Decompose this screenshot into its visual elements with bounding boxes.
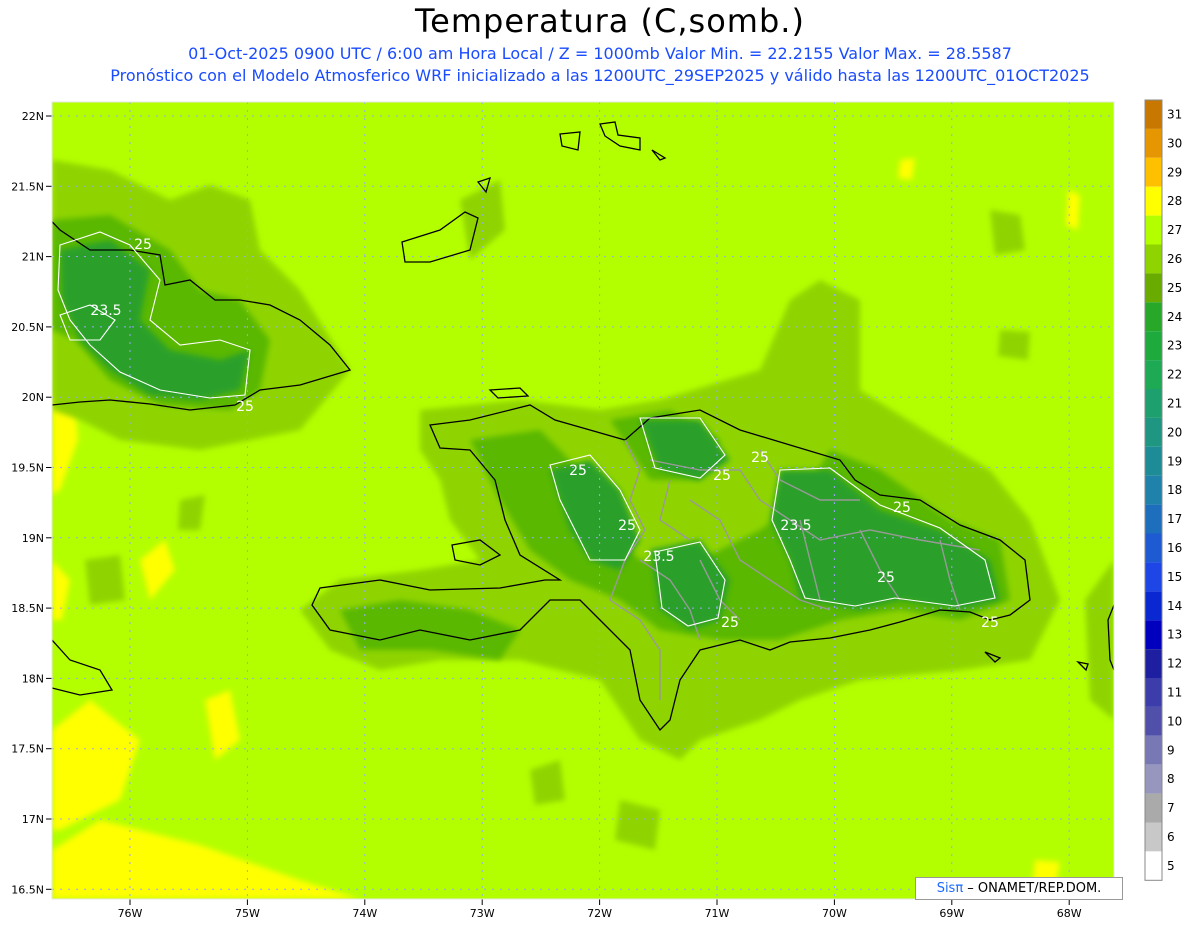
contour-label: 25 bbox=[713, 468, 731, 484]
colorbar-swatch bbox=[1145, 215, 1162, 245]
colorbar-swatch bbox=[1145, 417, 1162, 447]
contour-label: 25 bbox=[134, 237, 152, 253]
lat-label: 18.5N bbox=[11, 602, 44, 615]
colorbar-label: 29 bbox=[1167, 165, 1182, 179]
contour-label: 25 bbox=[893, 500, 911, 516]
colorbar-label: 18 bbox=[1167, 483, 1182, 497]
colorbar-label: 19 bbox=[1167, 454, 1182, 468]
colorbar-swatch bbox=[1145, 446, 1162, 476]
contour-label: 25 bbox=[877, 570, 895, 586]
lat-label: 20.5N bbox=[11, 321, 44, 334]
colorbar-label: 9 bbox=[1167, 743, 1175, 757]
lat-label: 19.5N bbox=[11, 462, 44, 475]
colorbar-label: 20 bbox=[1167, 425, 1182, 439]
colorbar-label: 16 bbox=[1167, 541, 1182, 555]
colorbar-swatch bbox=[1145, 822, 1162, 852]
colorbar-swatch bbox=[1145, 157, 1162, 187]
colorbar-label: 27 bbox=[1167, 223, 1182, 237]
lat-label: 17.5N bbox=[11, 743, 44, 756]
colorbar-swatch bbox=[1145, 562, 1162, 592]
colorbar-swatch bbox=[1145, 620, 1162, 650]
lat-label: 19N bbox=[22, 532, 44, 545]
colorbar-label: 8 bbox=[1167, 772, 1175, 786]
colorbar-swatch bbox=[1145, 360, 1162, 389]
lat-label: 22N bbox=[22, 110, 44, 123]
colorbar-label: 28 bbox=[1167, 194, 1182, 208]
colorbar-label: 25 bbox=[1167, 281, 1182, 295]
lat-label: 20N bbox=[22, 391, 44, 404]
colorbar-label: 14 bbox=[1167, 599, 1182, 613]
colorbar-swatch bbox=[1145, 302, 1162, 332]
credit-text: – ONAMET/REP.DOM. bbox=[963, 881, 1102, 896]
contour-label: 25 bbox=[981, 615, 999, 631]
contour-label: 23.5 bbox=[643, 549, 674, 565]
colorbar-swatch bbox=[1145, 100, 1162, 129]
colorbar-swatch bbox=[1145, 649, 1162, 678]
lon-label: 70W bbox=[822, 907, 847, 920]
lon-label: 69W bbox=[939, 907, 964, 920]
map-figure: 25 23.5 25 25 25 23.5 25 25 23.5 25 25 25 25 22N 21.5… bbox=[11, 99, 1182, 920]
lon-label: 72W bbox=[587, 907, 612, 920]
credit-box: Sisπ – ONAMET/REP.DOM. bbox=[915, 877, 1123, 900]
colorbar-label: 17 bbox=[1167, 512, 1182, 526]
lon-label: 76W bbox=[118, 907, 143, 920]
contour-label: 23.5 bbox=[780, 518, 811, 534]
colorbar-label: 6 bbox=[1167, 830, 1175, 844]
colorbar-swatch bbox=[1145, 331, 1162, 361]
colorbar-swatch bbox=[1145, 764, 1162, 794]
colorbar-swatch bbox=[1145, 389, 1162, 418]
lat-label: 17N bbox=[22, 813, 44, 826]
colorbar-swatch bbox=[1145, 706, 1162, 736]
colorbar-swatch bbox=[1145, 273, 1162, 303]
colorbar-swatch bbox=[1145, 678, 1162, 707]
contour-label: 25 bbox=[721, 615, 739, 631]
colorbar-label: 30 bbox=[1167, 136, 1182, 150]
colorbar-label: 15 bbox=[1167, 570, 1182, 584]
lat-label: 18N bbox=[22, 672, 44, 685]
lon-label: 71W bbox=[705, 907, 730, 920]
colorbar-label: 23 bbox=[1167, 339, 1182, 353]
colorbar-swatch bbox=[1145, 504, 1162, 534]
colorbar-label: 13 bbox=[1167, 628, 1182, 642]
colorbar-swatch bbox=[1145, 533, 1162, 563]
colorbar-label: 10 bbox=[1167, 714, 1182, 728]
colorbar-label: 7 bbox=[1167, 801, 1175, 815]
colorbar-label: 5 bbox=[1167, 859, 1175, 873]
contour-label: 25 bbox=[236, 399, 254, 415]
colorbar: 31 30 29 28 27 26 25 24 23 22 21 20 19 18 17 16 15 14 13 12… bbox=[1144, 99, 1182, 881]
colorbar-label: 21 bbox=[1167, 396, 1182, 410]
lat-label: 16.5N bbox=[11, 883, 44, 896]
colorbar-label: 31 bbox=[1167, 107, 1182, 121]
contour-label: 25 bbox=[751, 450, 769, 466]
lat-label: 21.5N bbox=[11, 180, 44, 193]
lat-label: 21N bbox=[22, 251, 44, 264]
colorbar-label: 12 bbox=[1167, 657, 1182, 671]
colorbar-label: 24 bbox=[1167, 310, 1182, 324]
contour-label: 23.5 bbox=[90, 303, 121, 319]
colorbar-swatch bbox=[1145, 851, 1162, 881]
lon-label: 74W bbox=[352, 907, 377, 920]
lon-label: 68W bbox=[1057, 907, 1082, 920]
colorbar-swatch bbox=[1145, 793, 1162, 823]
contour-label: 25 bbox=[618, 518, 636, 534]
lon-label: 73W bbox=[470, 907, 495, 920]
colorbar-swatch bbox=[1145, 735, 1162, 765]
colorbar-label: 26 bbox=[1167, 252, 1182, 266]
colorbar-label: 11 bbox=[1167, 685, 1182, 699]
colorbar-swatch bbox=[1145, 128, 1162, 158]
credit-brand: Sisπ bbox=[936, 881, 964, 896]
temperature-field bbox=[52, 102, 1114, 899]
colorbar-swatch bbox=[1145, 591, 1162, 621]
contour-label: 25 bbox=[569, 463, 587, 479]
lon-label: 75W bbox=[235, 907, 260, 920]
colorbar-label: 22 bbox=[1167, 368, 1182, 382]
colorbar-swatch bbox=[1145, 186, 1162, 216]
colorbar-swatch bbox=[1145, 475, 1162, 505]
colorbar-swatch bbox=[1145, 244, 1162, 274]
